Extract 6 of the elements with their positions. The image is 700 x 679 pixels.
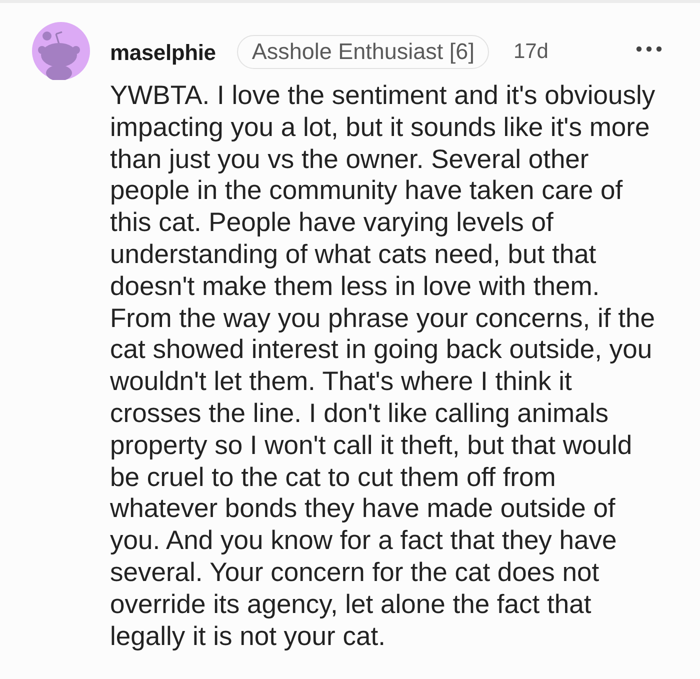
- comment-text: YWBTA. I love the sentiment and it's obviously impacting you a lot, but it sounds like it's more than just you vs the owner. Several other people in the community have taken care of this cat. People have varying levels of understanding of what cats need, but that doesn't make them less in love with them. From the way you phrase your concerns, if the cat showed interest in going back outside, you wouldn't let them. That's where I think it crosses the line. I don't like calling animals property so I won't call it theft, but that would be cruel to the cat to cut them off from whatever bonds they have made outside of you. And you know for a fact that they have several. Your concern for the cat does not override its agency, let alone the fact that legally it is not your cat.: [110, 80, 656, 652]
- avatar-icon[interactable]: [32, 22, 90, 80]
- comment-age: 17d: [513, 39, 548, 66]
- username[interactable]: maselphie: [110, 36, 216, 68]
- more-options-icon[interactable]: [636, 46, 662, 52]
- user-flair: Asshole Enthusiast [6]: [236, 35, 490, 69]
